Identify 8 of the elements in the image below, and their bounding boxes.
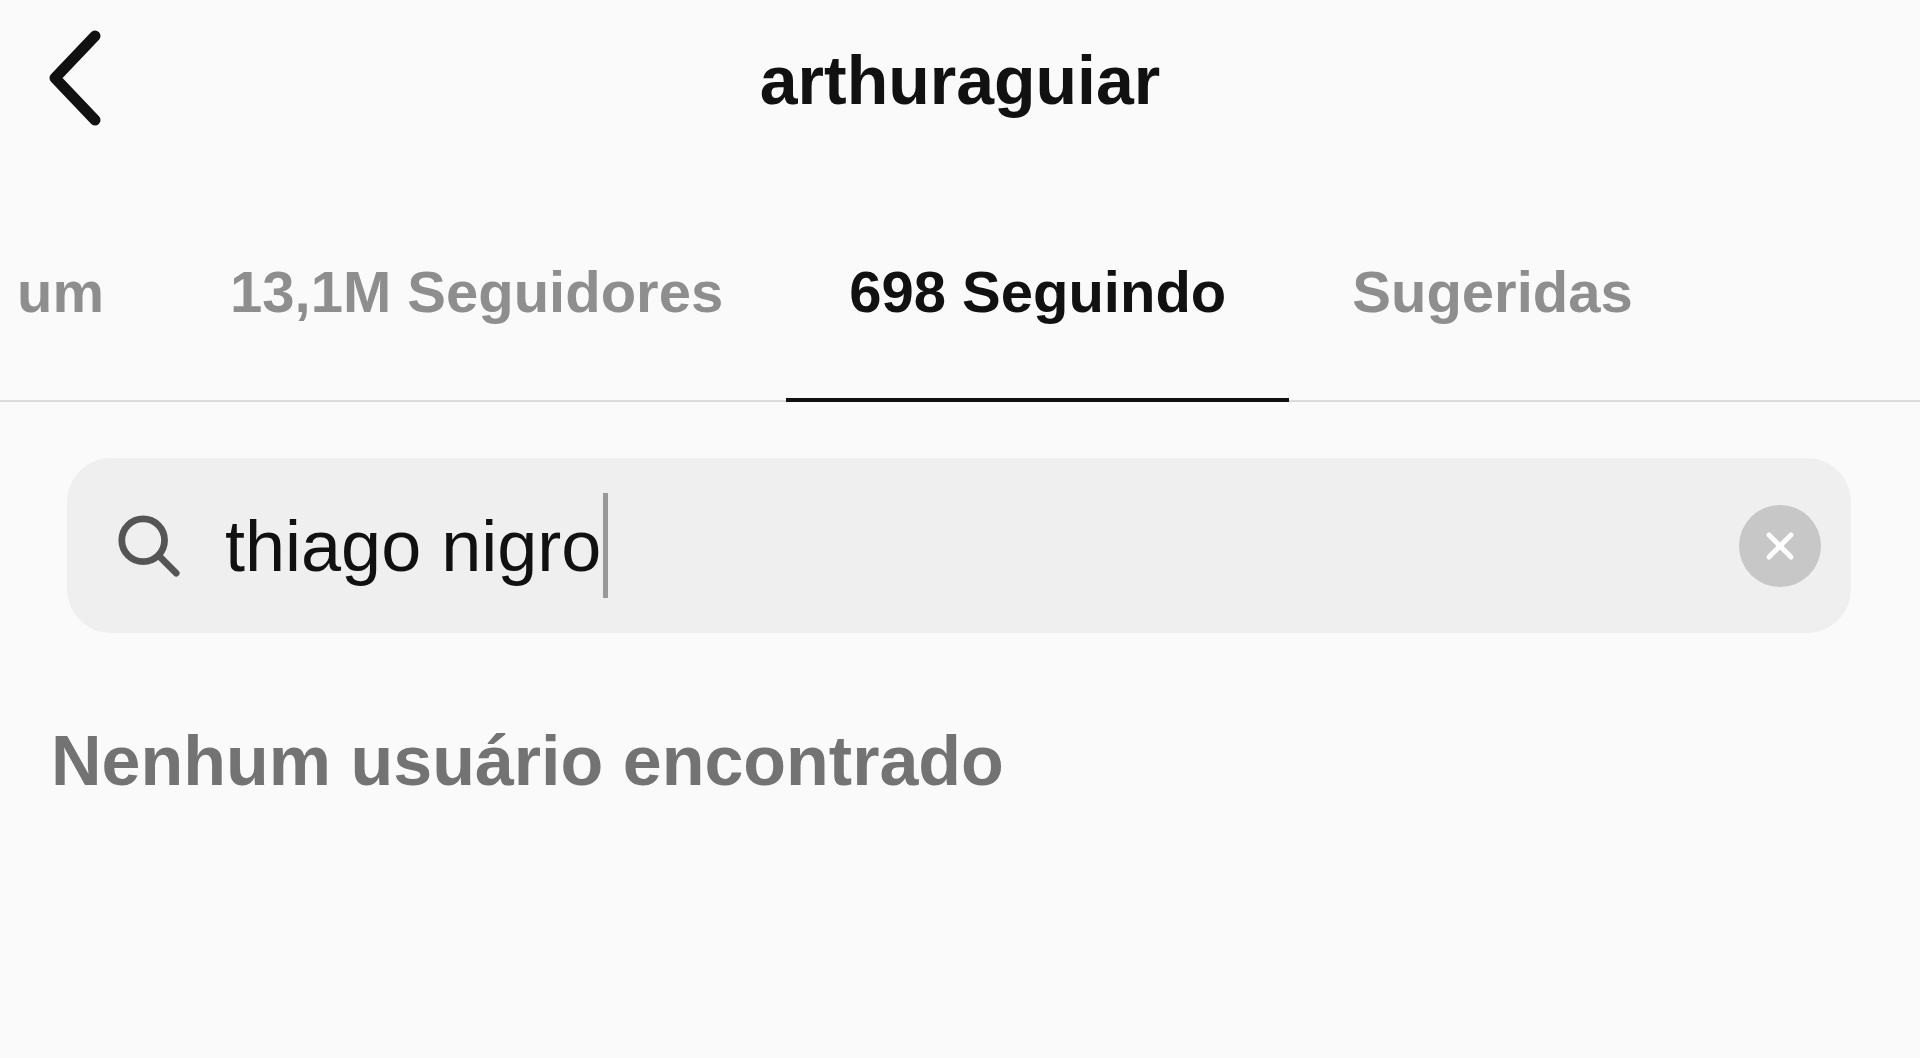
tab[interactable]: um [0, 160, 167, 402]
close-icon [1765, 530, 1795, 561]
profile-username: arthuraguiar [759, 41, 1161, 119]
empty-message: Nenhum usuário encontrado [51, 721, 1005, 801]
tab[interactable]: Sugeridas [1289, 160, 1696, 402]
tab[interactable]: 13,1M Seguidores [167, 160, 787, 402]
tab[interactable]: 698 Seguindo [786, 160, 1290, 402]
search-field[interactable]: thiago nigro [67, 458, 1851, 633]
